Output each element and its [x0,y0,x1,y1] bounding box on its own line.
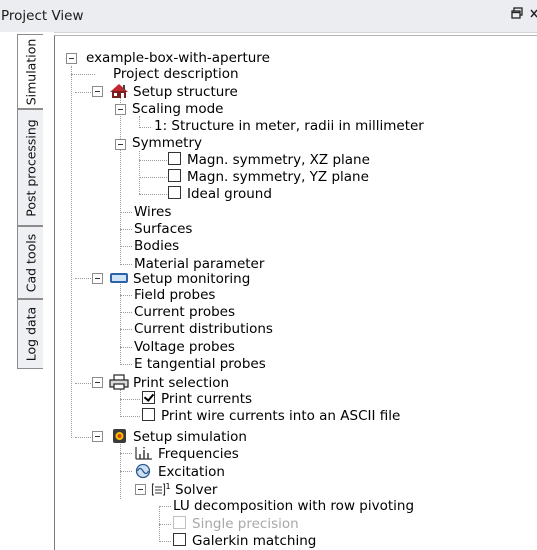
tab-log-data[interactable]: Log data [17,299,43,369]
tree-item-print-currents[interactable]: Print currents [142,391,252,408]
collapse-solver-toggle[interactable] [135,484,146,495]
tree-item-project-description[interactable]: Project description [113,66,239,83]
collapse-setup-simulation-toggle[interactable] [92,431,103,442]
tab-cad-tools[interactable]: Cad tools [17,226,43,299]
tree-item-setup-simulation[interactable]: Setup simulation [109,428,247,445]
tree-item-e-tangential-probes[interactable]: E tangential probes [134,356,266,373]
tab-post-processing[interactable]: Post processing [17,109,43,226]
tree-item-current-distributions[interactable]: Current distributions [134,321,273,338]
tree-item-setup-structure[interactable]: Setup structure [109,83,238,100]
tree-item-galerkin-matching[interactable]: Galerkin matching [173,533,316,550]
close-icon[interactable] [530,7,537,24]
tree-item-print-wire-currents[interactable]: Print wire currents into an ASCII file [142,408,400,425]
collapse-setup-structure-toggle[interactable] [92,86,103,97]
tree-item-current-probes[interactable]: Current probes [134,304,235,321]
tab-cad-tools-label: Cad tools [23,233,38,292]
ideal-ground-checkbox[interactable] [168,186,181,199]
tree-item-bodies[interactable]: Bodies [134,238,179,255]
tree-item-magn-symmetry-yz[interactable]: Magn. symmetry, YZ plane [168,169,369,186]
tree-root-node[interactable]: example-box-with-aperture [86,50,270,67]
frequency-chart-icon [134,445,154,461]
tree-item-lu-decomposition[interactable]: LU decomposition with row pivoting [173,498,414,515]
collapse-print-selection-toggle[interactable] [92,377,103,388]
print-currents-checkbox[interactable] [142,391,155,404]
panel-title: Project View [1,8,84,24]
tree-item-scaling-value[interactable]: 1: Structure in meter, radii in millimet… [154,118,424,135]
tab-post-processing-label: Post processing [23,118,38,217]
house-icon [109,83,129,99]
matrix-icon: 1 [151,481,171,497]
tree-item-wires[interactable]: Wires [134,204,171,221]
tree-item-single-precision: Single precision [173,516,299,533]
tree-item-field-probes[interactable]: Field probes [134,287,215,304]
svg-text:1: 1 [166,482,171,491]
collapse-setup-monitoring-toggle[interactable] [92,273,103,284]
tree-item-symmetry[interactable]: Symmetry [132,135,202,152]
tree-item-frequencies[interactable]: Frequencies [134,445,239,462]
tree-item-excitation[interactable]: Excitation [134,463,225,480]
printer-icon [109,374,129,390]
tree-item-ideal-ground[interactable]: Ideal ground [168,186,272,203]
excitation-icon [134,463,154,479]
print-wire-currents-checkbox[interactable] [142,408,155,421]
tree-item-print-selection[interactable]: Print selection [109,374,229,391]
tree-item-solver[interactable]: 1 Solver [151,481,217,498]
vertical-tab-strip: Simulation Post processing Cad tools Log… [0,32,54,549]
monitor-icon [109,270,129,286]
root-label: example-box-with-aperture [86,50,270,66]
collapse-symmetry-toggle[interactable] [115,139,126,150]
traffic-light-icon [109,428,129,444]
magn-symmetry-yz-checkbox[interactable] [168,169,181,182]
panel-titlebar: Project View [0,0,537,33]
tree-item-scaling-mode[interactable]: Scaling mode [132,101,223,118]
tab-simulation-label: Simulation [23,38,38,105]
tree-item-voltage-probes[interactable]: Voltage probes [134,339,235,356]
tab-log-data-label: Log data [23,306,38,362]
magn-symmetry-xz-checkbox[interactable] [168,152,181,165]
tab-simulation[interactable]: Simulation [17,34,43,109]
collapse-root-toggle[interactable] [66,53,77,64]
tree-item-surfaces[interactable]: Surfaces [134,221,192,238]
tree-item-magn-symmetry-xz[interactable]: Magn. symmetry, XZ plane [168,152,370,169]
galerkin-matching-checkbox[interactable] [173,533,186,546]
single-precision-checkbox [173,516,186,529]
restore-icon[interactable] [511,7,524,24]
tree-item-setup-monitoring[interactable]: Setup monitoring [109,270,250,287]
collapse-scaling-mode-toggle[interactable] [115,104,126,115]
project-tree: example-box-with-aperture Project descri… [54,35,537,550]
